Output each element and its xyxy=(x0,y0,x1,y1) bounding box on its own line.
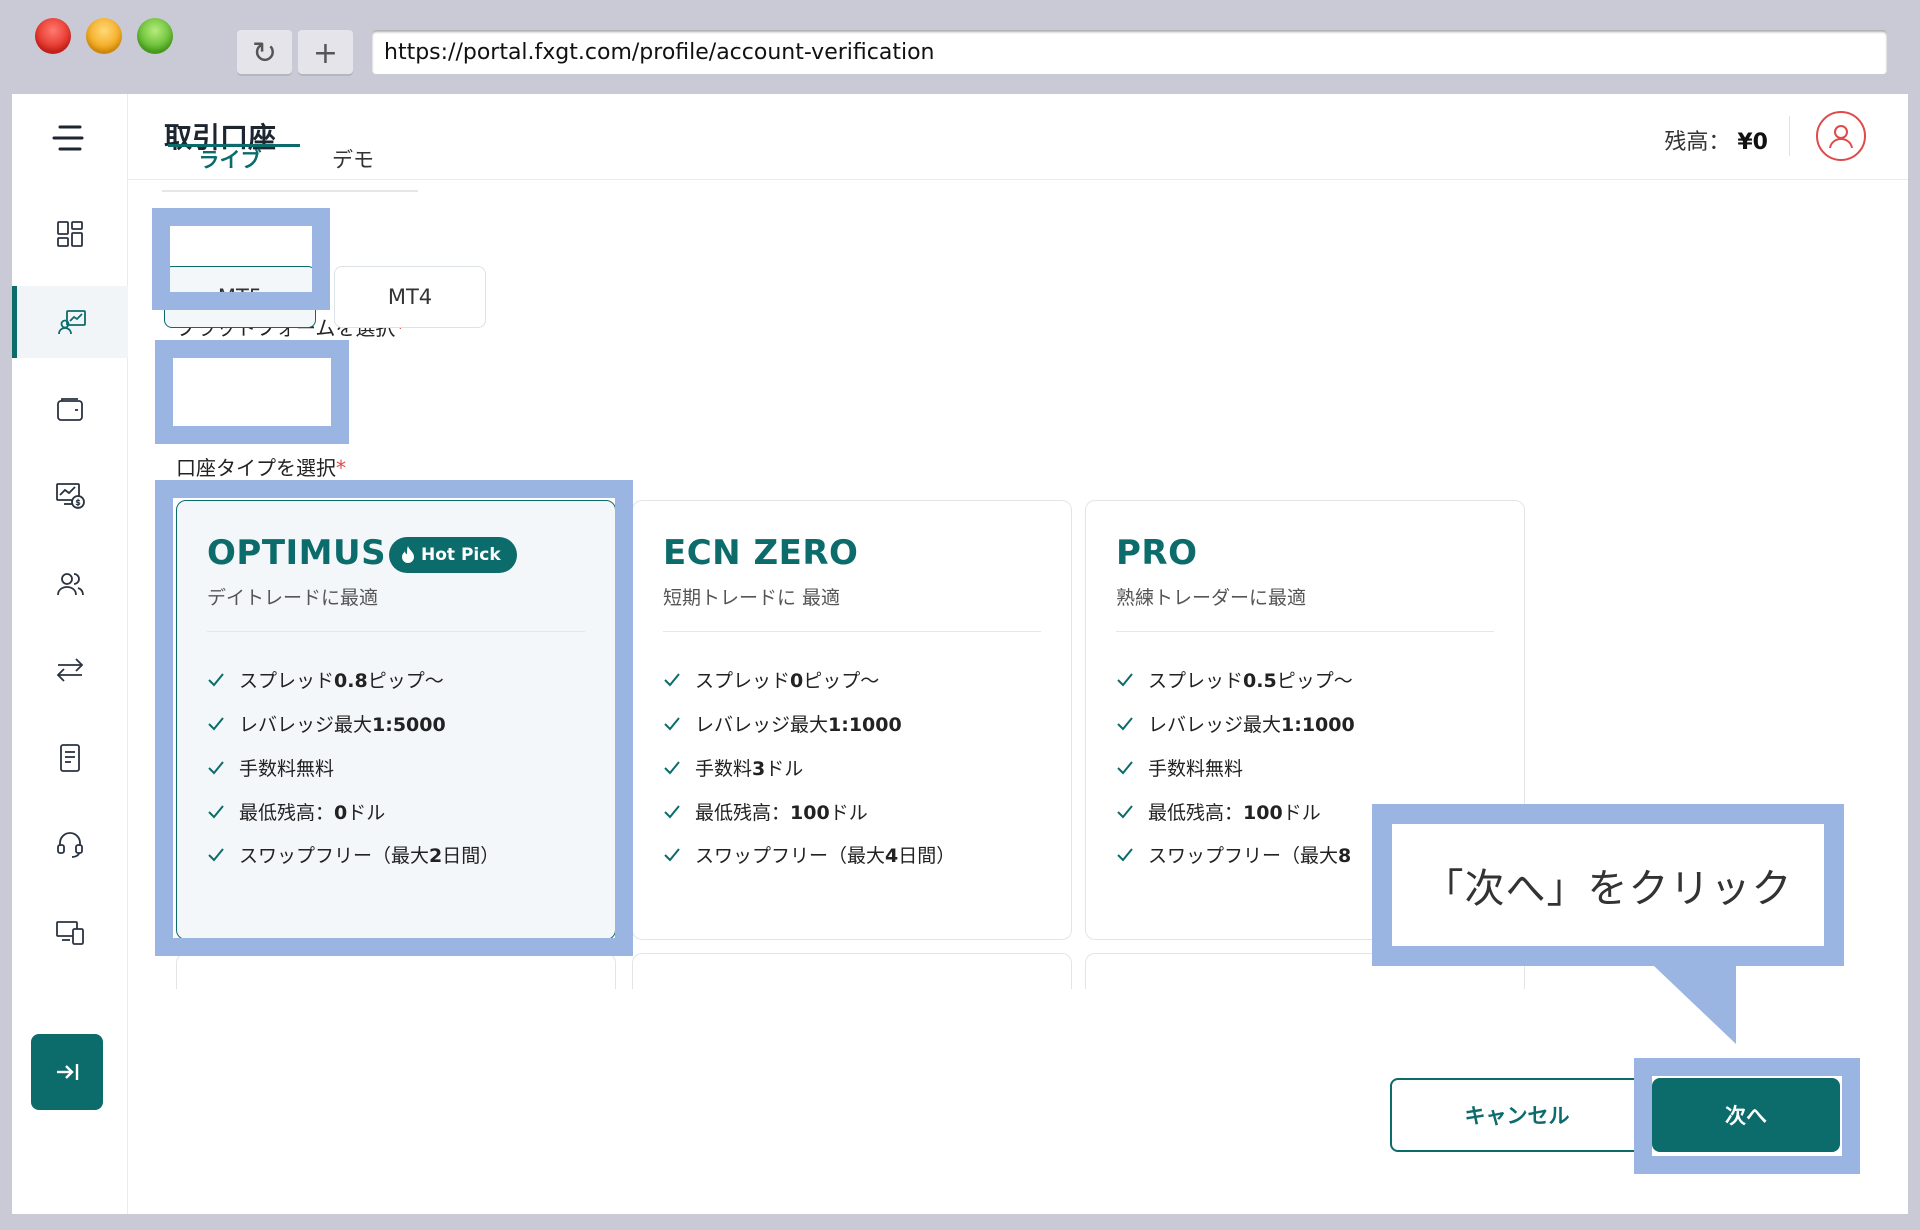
feature-item: スワップフリー（最大8 xyxy=(1116,841,1351,868)
check-icon xyxy=(1117,847,1133,861)
plus-icon: + xyxy=(312,35,339,71)
sidebar: $ xyxy=(12,94,128,1214)
svg-text:$: $ xyxy=(76,498,81,507)
minimize-window-button[interactable] xyxy=(86,18,122,54)
document-icon xyxy=(60,744,80,772)
account-card-ecn-zero[interactable]: ECN ZERO 短期トレードに 最適 スプレッド0ピップ〜 レバレッジ最大1:… xyxy=(632,500,1072,940)
required-mark: * xyxy=(336,456,346,480)
balance-label: 残高： xyxy=(1664,130,1731,155)
close-window-button[interactable] xyxy=(35,18,71,54)
check-icon xyxy=(1117,760,1133,774)
highlight-next-button xyxy=(1634,1058,1860,1174)
account-type-label-text: 口座タイプを選択 xyxy=(176,456,336,480)
sidebar-item-trading-accounts[interactable] xyxy=(12,286,128,358)
header-divider xyxy=(1789,116,1790,156)
balance-display: 残高： ¥0 xyxy=(1664,124,1768,156)
monitor-dollar-icon: $ xyxy=(56,483,85,509)
url-text: https://portal.fxgt.com/profile/account-… xyxy=(384,39,935,65)
tab-demo[interactable]: デモ xyxy=(332,144,374,174)
card-title: PRO xyxy=(1116,533,1198,573)
collapse-sidebar-button[interactable] xyxy=(31,1034,103,1110)
callout-pointer xyxy=(1654,966,1736,1044)
card-subtitle: 短期トレードに 最適 xyxy=(663,587,841,609)
user-avatar-button[interactable] xyxy=(1816,111,1866,161)
card-subtitle: 熟練トレーダーに最適 xyxy=(1116,587,1307,609)
highlight-optimus-card xyxy=(155,480,633,956)
sidebar-item-documents[interactable] xyxy=(12,722,128,794)
tab-live[interactable]: ライブ xyxy=(162,144,298,174)
feature-item: スプレッド0ピップ〜 xyxy=(663,666,879,693)
sidebar-item-dashboard[interactable] xyxy=(12,198,128,270)
sidebar-item-funding[interactable]: $ xyxy=(12,460,128,532)
new-tab-button[interactable]: + xyxy=(298,30,353,76)
sidebar-item-platforms[interactable] xyxy=(12,896,128,968)
check-icon xyxy=(1117,804,1133,818)
platform-option-mt4[interactable]: MT4 xyxy=(334,266,486,328)
support-headset-icon xyxy=(57,832,83,858)
feature-item: スワップフリー（最大4日間） xyxy=(663,841,955,868)
sidebar-item-partners[interactable] xyxy=(12,548,128,620)
sidebar-item-wallet[interactable] xyxy=(12,374,128,446)
highlight-live-tab xyxy=(152,208,330,310)
feature-item: レバレッジ最大1:1000 xyxy=(663,710,902,737)
callout-text: 「次へ」をクリック xyxy=(1392,824,1824,946)
dashboard-icon xyxy=(57,221,83,247)
feature-item: 最低残高：100ドル xyxy=(663,798,868,825)
feature-item: レバレッジ最大1:1000 xyxy=(1116,710,1355,737)
check-icon xyxy=(664,716,680,730)
feature-item: 手数料3ドル xyxy=(663,754,803,781)
cancel-button[interactable]: キャンセル xyxy=(1390,1078,1644,1152)
instruction-callout: 「次へ」をクリック xyxy=(1372,804,1844,966)
check-icon xyxy=(1117,672,1133,686)
user-icon xyxy=(1829,125,1853,149)
check-icon xyxy=(664,672,680,686)
account-card-partial xyxy=(632,953,1072,989)
tab-live-indicator xyxy=(168,144,300,147)
feature-item: 手数料無料 xyxy=(1116,754,1243,781)
check-icon xyxy=(664,760,680,774)
card-divider xyxy=(1116,631,1494,632)
wallet-icon xyxy=(57,398,83,421)
check-icon xyxy=(1117,716,1133,730)
account-mode-tabs: ライブ デモ xyxy=(162,130,418,192)
menu-icon[interactable] xyxy=(52,122,88,154)
highlight-mt5 xyxy=(155,340,349,444)
card-title: ECN ZERO xyxy=(663,533,859,573)
sidebar-item-support[interactable] xyxy=(12,808,128,880)
trading-account-icon xyxy=(57,310,86,335)
devices-icon xyxy=(56,921,84,945)
check-icon xyxy=(664,847,680,861)
maximize-window-button[interactable] xyxy=(137,18,173,54)
sidebar-item-transfer[interactable] xyxy=(12,634,128,706)
card-divider xyxy=(663,631,1041,632)
browser-chrome: ↻ + https://portal.fxgt.com/profile/acco… xyxy=(0,0,1920,94)
reload-icon: ↻ xyxy=(251,35,278,71)
account-type-label: 口座タイプを選択* xyxy=(176,452,346,481)
transfer-icon xyxy=(56,658,84,682)
users-icon xyxy=(57,573,84,596)
expand-right-icon xyxy=(57,1064,79,1080)
feature-item: 最低残高：100ドル xyxy=(1116,798,1321,825)
account-card-partial xyxy=(176,953,616,989)
balance-value: ¥0 xyxy=(1737,130,1768,155)
address-bar[interactable]: https://portal.fxgt.com/profile/account-… xyxy=(372,30,1887,74)
feature-item: スプレッド0.5ピップ〜 xyxy=(1116,666,1353,693)
check-icon xyxy=(664,804,680,818)
reload-button[interactable]: ↻ xyxy=(237,30,292,76)
